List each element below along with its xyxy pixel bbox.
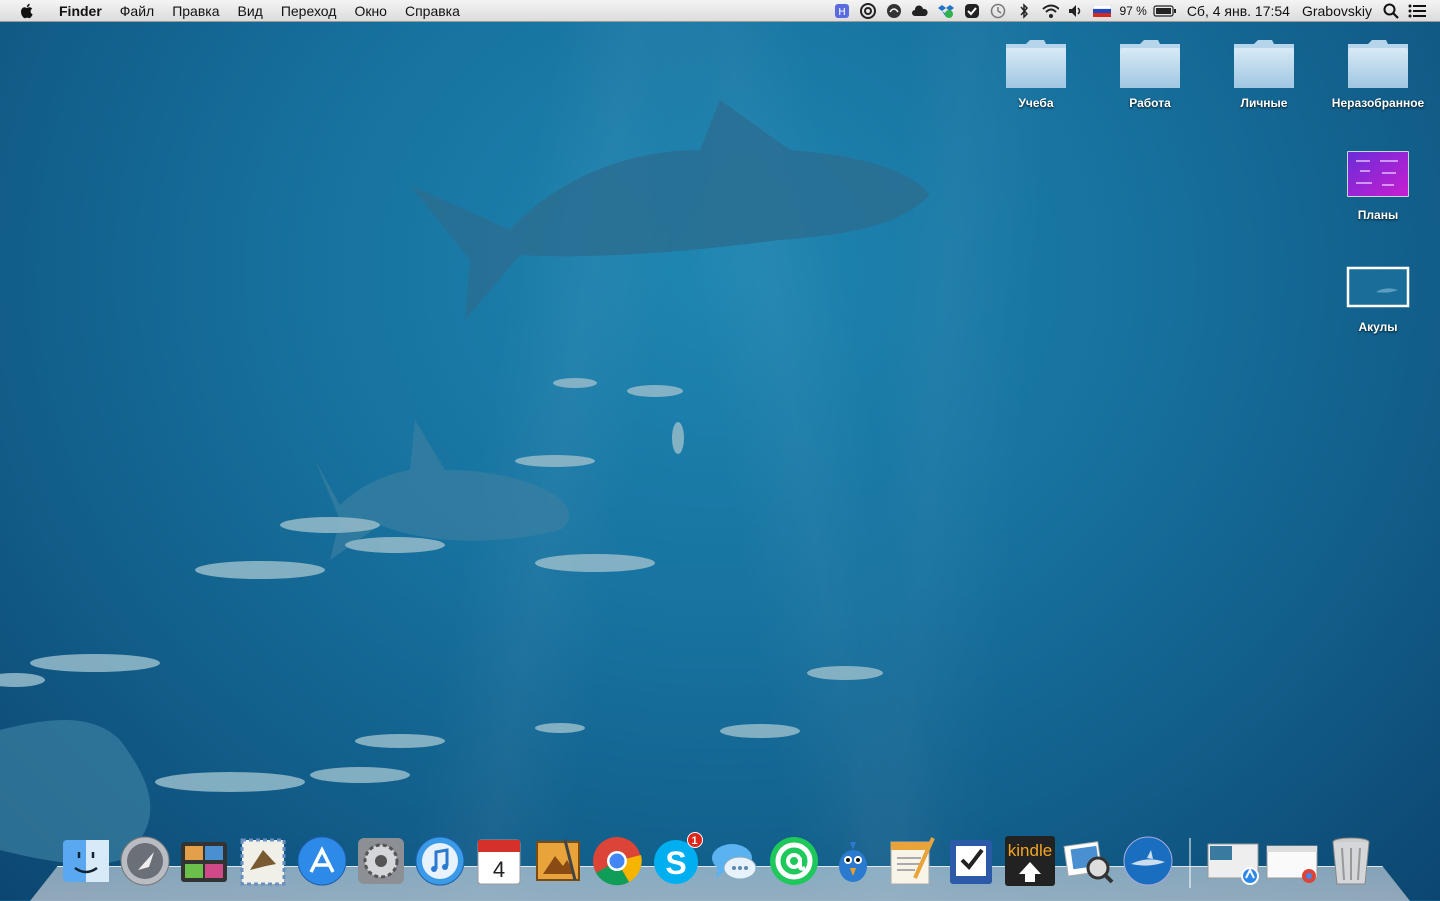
- wifi-icon[interactable]: [1041, 2, 1060, 20]
- dock-calendar[interactable]: 4: [472, 834, 526, 888]
- mail-agent-icon: [769, 837, 818, 885]
- clock[interactable]: Сб, 4 янв. 17:54: [1181, 3, 1296, 19]
- preview-icon: [1063, 841, 1113, 884]
- dock-twitterrific[interactable]: [826, 834, 880, 888]
- desktop-folder-rabota[interactable]: Работа: [1095, 38, 1205, 110]
- wallpaper-sharks: [0, 100, 930, 880]
- dock: 4 S 1 kindle: [56, 828, 1380, 888]
- dock-iphoto[interactable]: [531, 834, 585, 888]
- menu-window[interactable]: Окно: [345, 3, 396, 19]
- dock-shark[interactable]: [1121, 834, 1175, 888]
- kindle-label: kindle: [1007, 841, 1051, 860]
- menu-finder[interactable]: Finder: [50, 3, 111, 19]
- reeder-icon[interactable]: [885, 2, 903, 20]
- downloads-stack-icon: [1207, 843, 1259, 885]
- dock-pages[interactable]: [885, 834, 939, 888]
- menu-view[interactable]: Вид: [229, 3, 272, 19]
- dock-mail-agent[interactable]: [767, 834, 821, 888]
- apple-icon[interactable]: [18, 2, 36, 20]
- menu-go[interactable]: Переход: [272, 3, 346, 19]
- dock-downloads-stack[interactable]: [1206, 834, 1260, 888]
- volume-icon[interactable]: [1067, 2, 1085, 20]
- dock-launchpad[interactable]: [118, 834, 172, 888]
- desktop-folder-ucheba[interactable]: Учеба: [981, 38, 1091, 110]
- itunes-icon: [415, 836, 464, 886]
- dock-skype[interactable]: S 1: [649, 832, 703, 888]
- dock-messages[interactable]: [708, 834, 762, 888]
- shark-icon: [1123, 836, 1172, 886]
- evernote-icon[interactable]: [963, 2, 981, 20]
- photo-booth-icon: [180, 842, 227, 882]
- messages-icon: [711, 844, 756, 880]
- menu-edit[interactable]: Правка: [163, 3, 228, 19]
- battery-icon[interactable]: [1153, 2, 1177, 20]
- dock-system-preferences[interactable]: [354, 834, 408, 888]
- iphoto-icon: [535, 839, 580, 881]
- image-file-icon: [1346, 266, 1410, 308]
- dock-finder[interactable]: [59, 834, 113, 888]
- folder-icon: [1348, 40, 1408, 88]
- desktop-icon-label: Планы: [1357, 208, 1399, 222]
- dock-separator: [1189, 838, 1191, 888]
- dock-preview[interactable]: [1062, 834, 1116, 888]
- system-preferences-icon: [357, 838, 404, 884]
- calendar-icon: 4: [477, 839, 520, 885]
- svg-text:H: H: [839, 7, 847, 18]
- dock-mail[interactable]: [236, 834, 290, 888]
- desktop-icon-label: Акулы: [1358, 320, 1398, 334]
- dock-chrome[interactable]: [590, 834, 644, 888]
- dock-trash[interactable]: [1324, 834, 1378, 888]
- menu-bar: Finder Файл Правка Вид Переход Окно Спра…: [0, 0, 1440, 22]
- status-area: H 97 % Сб, 4 янв. 17:54 Grabovskiy: [829, 0, 1440, 22]
- user-name[interactable]: Grabovskiy: [1296, 3, 1378, 19]
- chrome-icon: [592, 837, 642, 886]
- bluetooth-icon[interactable]: [1015, 2, 1033, 20]
- folder-icon: [1006, 40, 1066, 88]
- time-machine-icon[interactable]: [989, 2, 1007, 20]
- desktop-icon-label: Неразобранное: [1331, 96, 1425, 110]
- dock-kindle[interactable]: kindle: [1003, 834, 1057, 888]
- spotlight-icon[interactable]: [1382, 2, 1400, 20]
- dock-itunes[interactable]: [413, 834, 467, 888]
- folder-icon: [1120, 40, 1180, 88]
- hyper-icon[interactable]: H: [833, 2, 851, 20]
- dock-app-store[interactable]: [295, 834, 349, 888]
- kindle-icon: kindle: [1004, 836, 1055, 886]
- menu-file[interactable]: Файл: [111, 3, 163, 19]
- dropbox-icon[interactable]: [937, 2, 955, 20]
- launchpad-icon: [120, 836, 169, 886]
- desktop-file-plany[interactable]: Планы: [1323, 150, 1433, 222]
- desktop-icon-label: Учеба: [1018, 96, 1054, 110]
- dock-documents-stack[interactable]: [1265, 834, 1319, 888]
- calendar-day: 4: [492, 857, 504, 882]
- cloud-icon[interactable]: [911, 2, 929, 20]
- desktop-folder-lichnye[interactable]: Личные: [1209, 38, 1319, 110]
- trash-icon: [1332, 837, 1369, 885]
- battery-percent[interactable]: 97 %: [1115, 4, 1148, 18]
- image-file-icon: [1347, 151, 1409, 197]
- svg-text:S: S: [665, 845, 686, 881]
- finder-icon: [62, 840, 109, 882]
- skype-badge: 1: [686, 832, 703, 848]
- things-icon: [949, 840, 992, 884]
- documents-stack-icon: [1266, 845, 1317, 883]
- dock-photo-booth[interactable]: [177, 834, 231, 888]
- twitterrific-icon: [838, 842, 867, 882]
- notification-center-icon[interactable]: [1408, 2, 1426, 20]
- desktop-file-akuly[interactable]: Акулы: [1323, 262, 1433, 334]
- menu-help[interactable]: Справка: [396, 3, 469, 19]
- dock-things[interactable]: [944, 834, 998, 888]
- desktop-icon-label: Работа: [1129, 96, 1171, 110]
- folder-icon: [1234, 40, 1294, 88]
- app-store-icon: [297, 836, 346, 886]
- desktop-icon-label: Личные: [1240, 96, 1288, 110]
- pages-icon: [890, 837, 935, 885]
- mail-icon: [240, 838, 285, 886]
- desktop-folder-nerazobrannoe[interactable]: Неразобранное: [1323, 38, 1433, 110]
- russian-flag-icon[interactable]: [1093, 2, 1112, 20]
- spiral-icon[interactable]: [859, 2, 877, 20]
